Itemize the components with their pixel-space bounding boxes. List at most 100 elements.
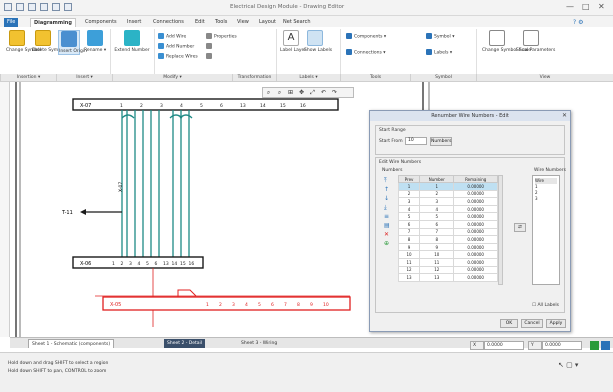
table-cell[interactable]: 0.00000 xyxy=(453,273,498,282)
insert-origin-button[interactable]: Insert Origin xyxy=(58,30,87,55)
table-cell[interactable]: 7 xyxy=(419,227,455,237)
move-bottom-icon[interactable]: ⤓ xyxy=(384,203,390,212)
table-cell[interactable]: 0.00000 xyxy=(453,212,498,221)
column-header[interactable]: Prev xyxy=(397,175,421,183)
table-row[interactable]: 3 3 0.00000 xyxy=(397,197,498,206)
close-button[interactable]: ✕ xyxy=(598,2,605,11)
table-cell[interactable]: 1 xyxy=(397,182,421,191)
table-cell[interactable]: 5 xyxy=(419,212,455,221)
add-number-button[interactable]: Add Number xyxy=(158,43,194,50)
print-icon[interactable] xyxy=(52,3,60,11)
mirror-icon[interactable] xyxy=(206,53,214,60)
move-up-icon[interactable]: ↑ xyxy=(384,185,390,194)
table-cell[interactable]: 2 xyxy=(419,189,455,199)
tab-connections[interactable]: Connections xyxy=(150,18,187,27)
dialog-close-button[interactable]: ✕ xyxy=(562,112,567,119)
ok-button[interactable]: OK xyxy=(500,319,518,328)
pan-icon[interactable]: ✥ xyxy=(297,88,306,97)
add-wire-button[interactable]: Add Wire xyxy=(158,33,186,40)
transfer-button[interactable]: ⇄ xyxy=(514,223,526,232)
table-cell[interactable]: 10 xyxy=(419,250,455,259)
table-cell[interactable]: 13 xyxy=(397,273,421,282)
numbers-button[interactable]: Numbers xyxy=(430,137,452,146)
table-cell[interactable]: 5 xyxy=(397,212,421,221)
tab-edit[interactable]: Edit xyxy=(192,18,208,27)
doc-tab-2[interactable]: Sheet 2 - Detail xyxy=(164,339,206,348)
options-icon[interactable] xyxy=(64,3,72,11)
table-cell[interactable]: 0.00000 xyxy=(453,219,498,229)
table-cell[interactable]: 3 xyxy=(419,197,455,206)
table-cell[interactable]: 10 xyxy=(397,250,421,259)
wire-numbers-list[interactable]: Wire 1 2 3 xyxy=(532,175,560,285)
rename-button[interactable]: Rename ▾ xyxy=(84,30,106,53)
help-icon[interactable]: ? ⚙ xyxy=(570,18,586,27)
show-parameters-button[interactable]: Show Parameters xyxy=(516,30,555,53)
start-from-input[interactable]: 10 xyxy=(405,137,427,145)
table-cell[interactable]: 6 xyxy=(397,219,421,229)
table-cell[interactable]: 9 xyxy=(397,242,421,252)
symbol-dropdown[interactable]: Symbol ▾ xyxy=(426,33,454,40)
table-cell[interactable]: 8 xyxy=(397,235,421,244)
components-dropdown[interactable]: Components ▾ xyxy=(346,33,386,40)
table-cell[interactable]: 1 xyxy=(419,182,455,191)
zoom-previous-icon[interactable]: ↶ xyxy=(319,88,328,97)
table-cell[interactable]: 0.00000 xyxy=(453,265,498,275)
table-cell[interactable]: 2 xyxy=(397,189,421,199)
sort-icon[interactable]: ≡ xyxy=(384,212,390,221)
tab-insert[interactable]: Insert xyxy=(124,18,144,27)
table-cell[interactable]: 4 xyxy=(419,204,455,214)
list-icon[interactable]: ▤ xyxy=(384,221,390,230)
tab-layout[interactable]: Layout xyxy=(256,18,279,27)
table-cell[interactable]: 0.00000 xyxy=(453,189,498,199)
y-coord-field[interactable]: 0.0000 xyxy=(542,341,582,350)
replace-wires-button[interactable]: Replace Wires xyxy=(158,53,198,60)
table-cell[interactable]: 0.00000 xyxy=(453,250,498,259)
table-cell[interactable]: 12 xyxy=(397,265,421,275)
cancel-button[interactable]: Cancel xyxy=(521,319,543,328)
zoom-next-icon[interactable]: ↷ xyxy=(330,88,339,97)
table-cell[interactable]: 9 xyxy=(419,242,455,252)
table-row[interactable]: 8 8 0.00000 xyxy=(397,235,498,244)
table-cell[interactable]: 0.00000 xyxy=(453,182,498,191)
show-labels-button[interactable]: Show Labels xyxy=(304,30,332,53)
table-row[interactable]: 2 2 0.00000 xyxy=(397,189,498,199)
confirm-icon[interactable] xyxy=(590,341,599,350)
move-top-icon[interactable]: ⤒ xyxy=(384,176,390,185)
minimize-button[interactable]: — xyxy=(566,2,574,11)
connections-dropdown[interactable]: Connections ▾ xyxy=(346,49,386,56)
tab-diagramming[interactable]: Diagramming xyxy=(30,18,76,27)
zoom-out-icon[interactable]: ⌕ xyxy=(275,88,284,97)
doc-tab-1[interactable]: Sheet 1 - Schematic (components) xyxy=(28,339,115,348)
add-icon[interactable]: ⊕ xyxy=(384,239,390,248)
table-row[interactable]: 11 11 0.00000 xyxy=(397,257,498,267)
label-layer-button[interactable]: A Label Layer xyxy=(280,30,306,53)
table-cell[interactable]: 4 xyxy=(397,204,421,214)
column-header[interactable]: Number xyxy=(419,175,455,183)
maximize-button[interactable]: □ xyxy=(582,2,590,11)
zoom-in-icon[interactable]: ⌕ xyxy=(264,88,273,97)
delete-symbol-button[interactable]: Delete Symbol xyxy=(32,30,65,53)
undo-icon[interactable] xyxy=(28,3,36,11)
numbers-table[interactable]: Prev Number Remaining 1 1 0.00000 2 2 0.00000… xyxy=(397,175,498,282)
snap-icon[interactable] xyxy=(601,341,610,350)
table-row[interactable]: 1 1 0.00000 xyxy=(397,182,498,191)
zoom-fit-icon[interactable]: ⤢ xyxy=(308,88,317,97)
cursor-icon[interactable]: ↖ ▢ ▾ xyxy=(558,361,578,369)
tab-tools[interactable]: Tools xyxy=(212,18,230,27)
x-coord-field[interactable]: 0.0000 xyxy=(484,341,524,350)
table-cell[interactable]: 11 xyxy=(397,257,421,267)
table-cell[interactable]: 11 xyxy=(419,257,455,267)
change-symbol-button[interactable]: Change Symbol xyxy=(6,30,41,53)
table-row[interactable]: 10 10 0.00000 xyxy=(397,250,498,259)
delete-icon[interactable]: ✕ xyxy=(384,230,390,239)
table-cell[interactable]: 3 xyxy=(397,197,421,206)
save-icon[interactable] xyxy=(16,3,24,11)
table-cell[interactable]: 12 xyxy=(419,265,455,275)
table-cell[interactable]: 13 xyxy=(419,273,455,282)
all-labels-checkbox[interactable]: ☐ All Labels xyxy=(532,303,559,308)
table-cell[interactable]: 0.00000 xyxy=(453,257,498,267)
side-panel-strip[interactable] xyxy=(0,82,10,337)
tab-net-search[interactable]: Net Search xyxy=(280,18,314,27)
table-row[interactable]: 5 5 0.00000 xyxy=(397,212,498,221)
table-cell[interactable]: 0.00000 xyxy=(453,235,498,244)
